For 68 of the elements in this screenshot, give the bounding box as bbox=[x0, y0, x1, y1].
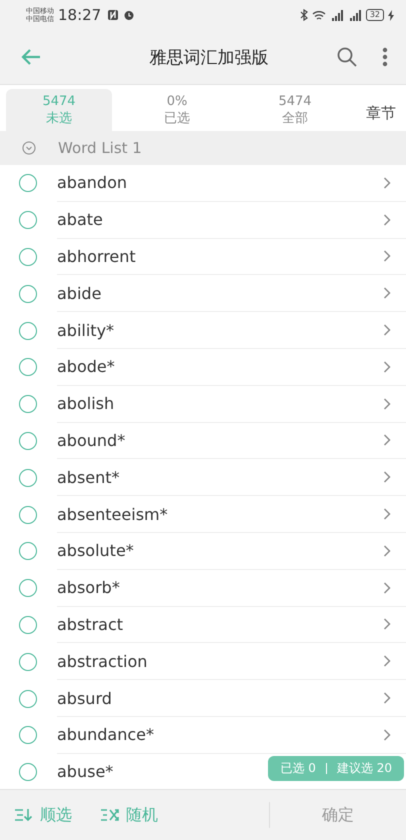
select-radio[interactable] bbox=[19, 174, 37, 192]
word-item[interactable]: absenteeism* bbox=[57, 504, 168, 524]
page-title: 雅思词汇加强版 bbox=[148, 46, 270, 68]
wifi-icon bbox=[312, 10, 326, 20]
sort-down-icon bbox=[14, 808, 34, 822]
select-radio[interactable] bbox=[19, 763, 37, 782]
select-radio[interactable] bbox=[19, 542, 37, 560]
chevron-right-icon[interactable] bbox=[383, 360, 391, 373]
select-radio[interactable] bbox=[19, 616, 37, 634]
word-item[interactable]: ability* bbox=[57, 320, 114, 340]
section-title: Word List 1 bbox=[58, 139, 142, 157]
word-item[interactable]: absolute* bbox=[57, 541, 134, 560]
select-radio[interactable] bbox=[19, 652, 37, 671]
chevron-right-icon[interactable] bbox=[383, 582, 391, 594]
word-item[interactable]: absurd bbox=[57, 688, 112, 708]
chevron-right-icon[interactable] bbox=[383, 728, 391, 741]
select-radio[interactable] bbox=[19, 506, 37, 524]
word-item[interactable]: abolish bbox=[57, 394, 114, 414]
select-radio[interactable] bbox=[19, 579, 37, 598]
select-radio[interactable] bbox=[19, 284, 37, 303]
alarm-icon bbox=[123, 9, 136, 21]
chevron-right-icon[interactable] bbox=[383, 471, 391, 484]
charging-icon bbox=[388, 10, 394, 20]
word-item[interactable]: absent* bbox=[57, 468, 120, 487]
expand-chevron-icon[interactable] bbox=[22, 141, 36, 155]
select-radio[interactable] bbox=[19, 726, 37, 744]
chevron-right-icon[interactable] bbox=[383, 214, 391, 226]
select-radio[interactable] bbox=[19, 322, 37, 340]
word-item[interactable]: abstract bbox=[57, 614, 124, 634]
more-menu-icon[interactable] bbox=[382, 47, 388, 67]
word-item[interactable]: absorb* bbox=[57, 578, 120, 598]
selection-badge: 已选 0 建议选 20 bbox=[268, 756, 404, 781]
word-item[interactable]: abide bbox=[57, 284, 102, 303]
chevron-right-icon[interactable] bbox=[383, 655, 391, 668]
word-item[interactable]: abstraction bbox=[57, 652, 148, 671]
signal-icon bbox=[330, 10, 344, 20]
search-icon[interactable] bbox=[336, 46, 358, 68]
select-radio[interactable] bbox=[19, 690, 37, 708]
shuffle-icon bbox=[100, 808, 120, 822]
bluetooth-icon bbox=[300, 9, 308, 21]
chevron-right-icon[interactable] bbox=[383, 324, 391, 336]
chevron-right-icon[interactable] bbox=[383, 434, 391, 446]
word-item[interactable]: abhorrent bbox=[57, 246, 136, 266]
select-radio[interactable] bbox=[19, 395, 37, 414]
select-radio[interactable] bbox=[19, 468, 37, 487]
word-item[interactable]: abode* bbox=[57, 357, 115, 376]
chevron-right-icon[interactable] bbox=[383, 692, 391, 704]
chevron-right-icon[interactable] bbox=[383, 176, 391, 189]
word-item[interactable]: abound* bbox=[57, 430, 126, 450]
chevron-right-icon[interactable] bbox=[383, 287, 391, 300]
select-radio[interactable] bbox=[19, 248, 37, 266]
chevron-right-icon[interactable] bbox=[383, 250, 391, 262]
word-item[interactable]: abuse* bbox=[57, 762, 114, 782]
nfc-icon bbox=[107, 9, 120, 21]
clock-time: 18:27 bbox=[58, 6, 102, 24]
chapter-button[interactable]: 章节 bbox=[366, 104, 400, 131]
select-radio[interactable] bbox=[19, 358, 37, 376]
select-radio[interactable] bbox=[19, 432, 37, 450]
chevron-right-icon[interactable] bbox=[383, 544, 391, 557]
chevron-right-icon[interactable] bbox=[383, 508, 391, 520]
word-item[interactable]: abandon bbox=[57, 173, 127, 192]
chevron-right-icon[interactable] bbox=[383, 618, 391, 630]
signal-icon bbox=[348, 10, 362, 20]
word-item[interactable]: abate bbox=[57, 210, 103, 230]
select-radio[interactable] bbox=[19, 211, 37, 230]
word-item[interactable]: abundance* bbox=[57, 725, 154, 744]
chevron-right-icon[interactable] bbox=[383, 398, 391, 410]
battery-level: 32 bbox=[366, 9, 384, 21]
